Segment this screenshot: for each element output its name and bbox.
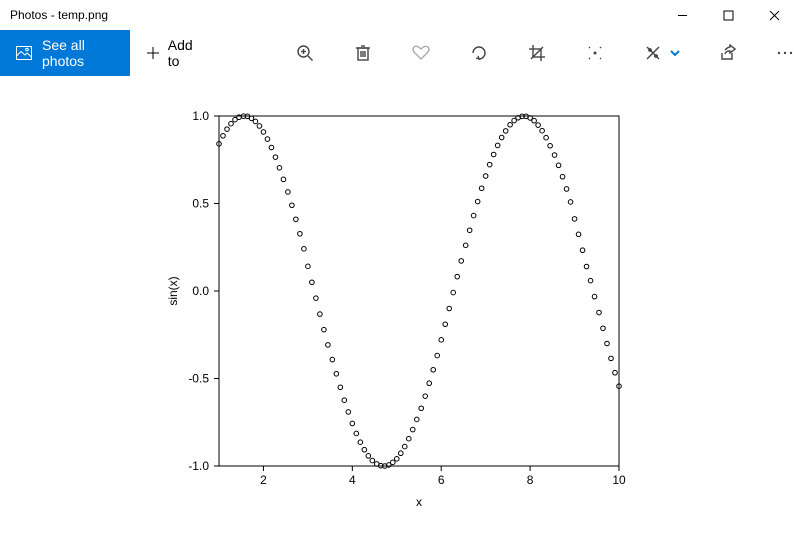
- chart-y-label: sin(x): [166, 276, 180, 305]
- photo-collection-icon: [16, 46, 32, 60]
- window-controls: [659, 0, 797, 30]
- svg-text:-1.0: -1.0: [188, 459, 209, 473]
- svg-text:8: 8: [526, 473, 533, 487]
- add-to-label: Add to: [168, 37, 199, 69]
- chart-points: [216, 114, 621, 468]
- maximize-button[interactable]: [705, 0, 751, 30]
- plus-icon: [146, 46, 160, 60]
- minimize-button[interactable]: [659, 0, 705, 30]
- more-button[interactable]: [773, 41, 797, 65]
- svg-text:10: 10: [612, 473, 626, 487]
- svg-text:6: 6: [437, 473, 444, 487]
- svg-text:0.5: 0.5: [192, 197, 209, 211]
- edit-button[interactable]: [641, 41, 681, 65]
- crop-button[interactable]: [525, 41, 549, 65]
- close-button[interactable]: [751, 0, 797, 30]
- chart-x-label: x: [416, 495, 422, 509]
- rotate-button[interactable]: [467, 41, 491, 65]
- window-title: Photos - temp.png: [10, 8, 659, 22]
- spot-fix-button[interactable]: [583, 41, 607, 65]
- svg-text:-0.5: -0.5: [188, 372, 209, 386]
- svg-text:2: 2: [260, 473, 267, 487]
- toolbar: See all photos Add to: [0, 30, 797, 76]
- add-to-button[interactable]: Add to: [130, 30, 215, 76]
- see-all-photos-button[interactable]: See all photos: [0, 30, 130, 76]
- see-all-photos-label: See all photos: [42, 37, 114, 69]
- edit-icon: [641, 41, 665, 65]
- svg-text:1.0: 1.0: [192, 109, 209, 123]
- chevron-down-icon: [669, 47, 681, 59]
- favorite-button[interactable]: [409, 41, 433, 65]
- chart-x-axis: 2 4 6 8 10: [260, 466, 626, 487]
- svg-text:0.0: 0.0: [192, 284, 209, 298]
- chart-y-axis: -1.0 -0.5 0.0 0.5 1.0: [188, 109, 219, 473]
- window-titlebar: Photos - temp.png: [0, 0, 797, 30]
- zoom-in-button[interactable]: [293, 41, 317, 65]
- chart-plot: -1.0 -0.5 0.0 0.5 1.0 2 4 6 8 10 sin(x) x: [139, 76, 659, 536]
- image-viewport[interactable]: -1.0 -0.5 0.0 0.5 1.0 2 4 6 8 10 sin(x) x: [0, 76, 797, 558]
- svg-text:4: 4: [348, 473, 355, 487]
- share-button[interactable]: [715, 41, 739, 65]
- delete-button[interactable]: [351, 41, 375, 65]
